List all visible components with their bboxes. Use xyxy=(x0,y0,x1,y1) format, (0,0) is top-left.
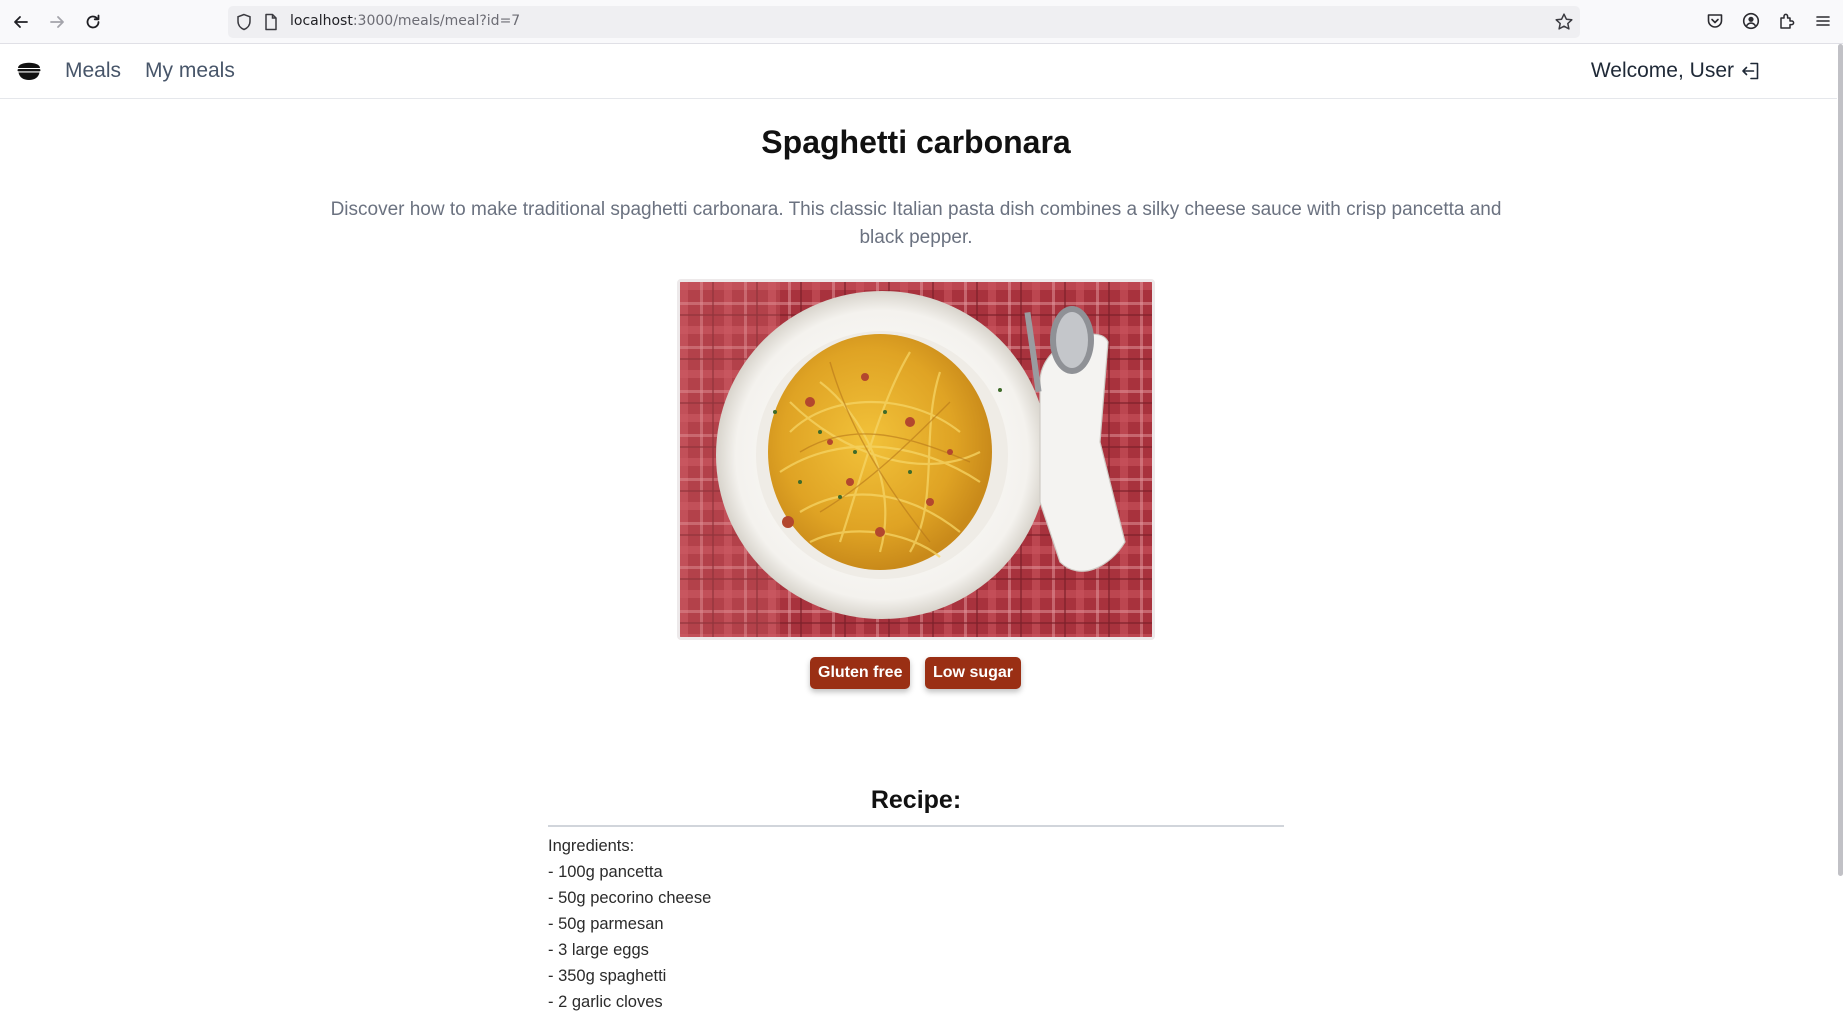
recipe-line: - 100g pancetta xyxy=(548,863,663,881)
scrollbar-thumb[interactable] xyxy=(1838,44,1843,876)
welcome-text: Welcome, User xyxy=(1590,59,1734,82)
recipe-line: - 50g parmesan xyxy=(548,915,664,933)
recipe-text: Ingredients: - 100g pancetta - 50g pecor… xyxy=(548,833,1284,1015)
forward-icon[interactable] xyxy=(45,10,69,34)
nav-link-meals[interactable]: Meals xyxy=(65,59,121,83)
recipe-line: - 2 garlic cloves xyxy=(548,993,663,1011)
bookmark-star-icon[interactable] xyxy=(1554,12,1574,36)
tracking-shield-icon[interactable] xyxy=(236,13,252,35)
pocket-icon[interactable] xyxy=(1705,11,1725,31)
recipe-heading: Recipe: xyxy=(870,786,962,814)
recipe-line: Ingredients: xyxy=(548,837,635,855)
meal-description: Discover how to make traditional spaghet… xyxy=(330,199,1502,248)
url-text[interactable]: localhost:3000/meals/meal?id=7 xyxy=(290,13,520,29)
reload-icon[interactable] xyxy=(81,10,105,34)
url-host: localhost xyxy=(290,13,353,29)
address-bar[interactable]: localhost:3000/meals/meal?id=7 xyxy=(228,6,1580,38)
tag-gluten-free: Gluten free xyxy=(810,657,911,689)
page-info-icon[interactable] xyxy=(264,13,278,35)
browser-toolbar: localhost:3000/meals/meal?id=7 xyxy=(0,0,1843,44)
app-menu-icon[interactable] xyxy=(1813,11,1833,31)
bowl-logo-icon[interactable] xyxy=(16,57,42,83)
nav-link-my-meals[interactable]: My meals xyxy=(145,59,235,83)
meal-title: Spaghetti carbonara xyxy=(761,124,1071,160)
app-header: Meals My meals Welcome, User xyxy=(0,44,1838,99)
recipe-divider xyxy=(548,825,1284,827)
back-icon[interactable] xyxy=(9,10,33,34)
logout-icon[interactable] xyxy=(1740,60,1762,82)
extensions-icon[interactable] xyxy=(1777,11,1797,31)
recipe-line: - 50g pecorino cheese xyxy=(548,889,712,907)
meal-photo xyxy=(677,279,1155,640)
account-icon[interactable] xyxy=(1741,11,1761,31)
tag-low-sugar: Low sugar xyxy=(925,657,1022,689)
url-path: :3000/meals/meal?id=7 xyxy=(352,13,521,29)
recipe-line: - 350g spaghetti xyxy=(548,967,667,985)
recipe-line: - 3 large eggs xyxy=(548,941,649,959)
